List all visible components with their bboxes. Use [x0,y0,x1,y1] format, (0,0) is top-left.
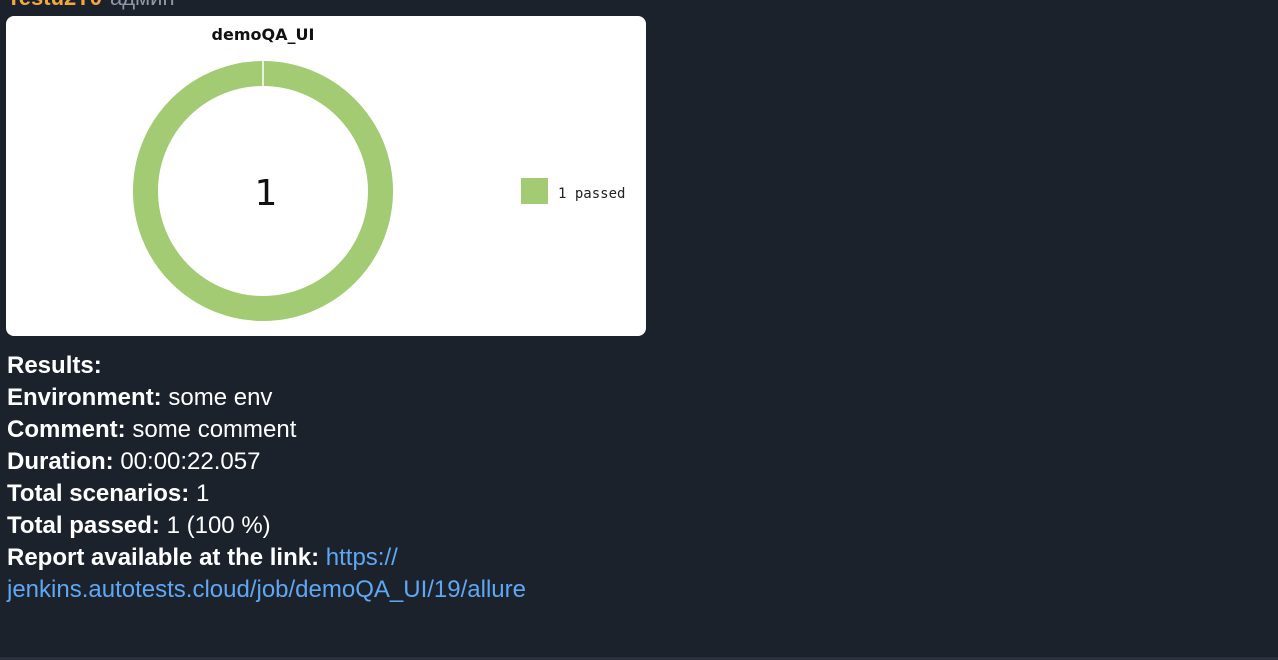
environment-label: Environment: [7,384,162,411]
comment-row: Comment: some comment [7,414,526,446]
report-link-row: jenkins.autotests.cloud/job/demoQA_UI/19… [7,574,526,606]
environment-row: Environment: some env [7,382,526,414]
total-scenarios-label: Total scenarios: [7,480,190,507]
legend-swatch [521,178,548,204]
report-label: Report available at the link: [7,544,320,571]
duration-row: Duration: 00:00:22.057 [7,446,526,478]
total-passed-label: Total passed: [7,512,160,539]
total-scenarios-row: Total scenarios: 1 [7,478,526,510]
comment-label: Comment: [7,416,126,443]
results-heading: Results: [7,352,102,379]
results-block: Results: Environment: some env Comment: … [7,350,526,606]
chart-image[interactable]: demoQA_UI 1 1 passed [6,16,646,336]
total-passed-row: Total passed: 1 (100 %) [7,510,526,542]
environment-value: some env [168,384,273,411]
chart-center-label: 1 [255,173,278,214]
report-row: Report available at the link: https:// [7,542,526,574]
sender-name[interactable]: Testu2T0 [7,0,102,10]
total-passed-value: 1 (100 %) [166,512,271,539]
donut-chart: demoQA_UI 1 1 passed [133,25,625,321]
chart-title: demoQA_UI [212,25,315,44]
comment-value: some comment [132,416,297,443]
duration-label: Duration: [7,448,114,475]
legend-label: 1 passed [558,186,625,202]
results-heading-row: Results: [7,350,526,382]
report-link-part2[interactable]: jenkins.autotests.cloud/job/demoQA_UI/19… [7,576,526,603]
report-link-part1[interactable]: https:// [326,544,398,571]
sender-role: админ [110,0,175,10]
message-sender: Testu2T0 админ [7,0,175,9]
duration-value: 00:00:22.057 [120,448,261,475]
total-scenarios-value: 1 [195,480,210,507]
